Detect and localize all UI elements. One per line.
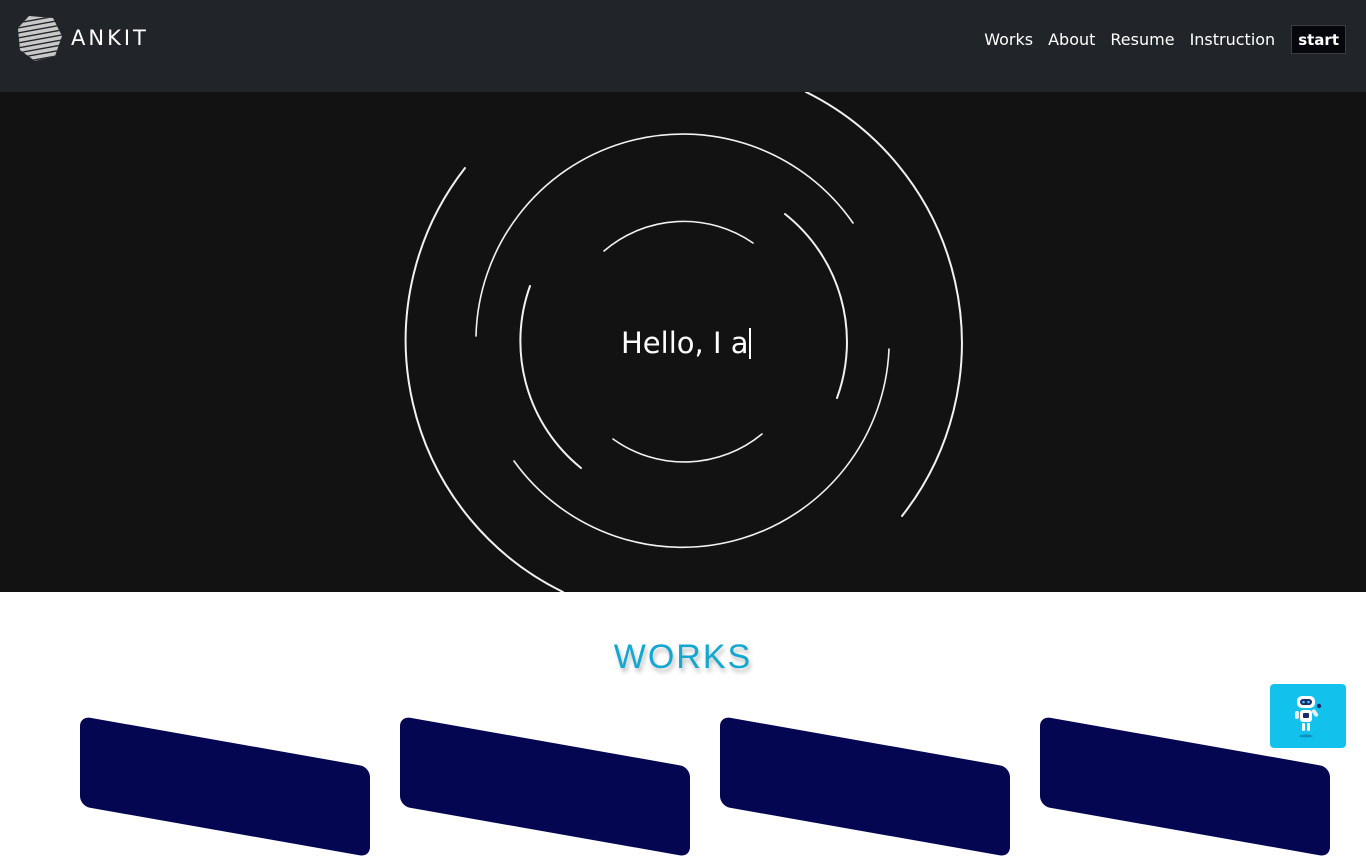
nav-about[interactable]: About	[1048, 30, 1095, 49]
work-card-2[interactable]	[400, 716, 690, 857]
start-button[interactable]: start	[1291, 25, 1346, 54]
hero-section: Hello, I a	[0, 92, 1366, 592]
navbar: ANKIT Works About Resume Instruction sta…	[0, 0, 1366, 92]
logo[interactable]: ANKIT	[17, 14, 149, 62]
middle-ring-arc-top	[475, 133, 854, 337]
nav-resume[interactable]: Resume	[1110, 30, 1174, 49]
chatbot-button[interactable]	[1270, 684, 1346, 748]
nav-instruction[interactable]: Instruction	[1190, 30, 1276, 49]
work-card-3[interactable]	[720, 716, 1010, 857]
inner-ring-arc-left	[519, 285, 582, 469]
chatbot-robot-icon	[1295, 696, 1322, 738]
works-title: WORKS	[613, 638, 753, 676]
middle-ring-arc-bottom	[513, 348, 890, 549]
inner-ring-arc-right	[784, 213, 848, 399]
work-card-1[interactable]	[80, 716, 370, 857]
core-ring-arc-bottom	[612, 433, 763, 463]
nav-works[interactable]: Works	[984, 30, 1033, 49]
core-ring-arc-top	[603, 220, 754, 252]
outer-ring-arc-right	[805, 92, 963, 517]
main-nav: Works About Resume Instruction start	[969, 25, 1346, 54]
hero-typed-text: Hello, I a	[621, 326, 752, 360]
typed-text: Hello, I a	[621, 326, 749, 360]
text-cursor	[749, 327, 752, 359]
logo-mark-icon	[18, 16, 62, 61]
outer-ring-arc-left	[404, 167, 564, 592]
logo-text: ANKIT	[71, 26, 149, 50]
